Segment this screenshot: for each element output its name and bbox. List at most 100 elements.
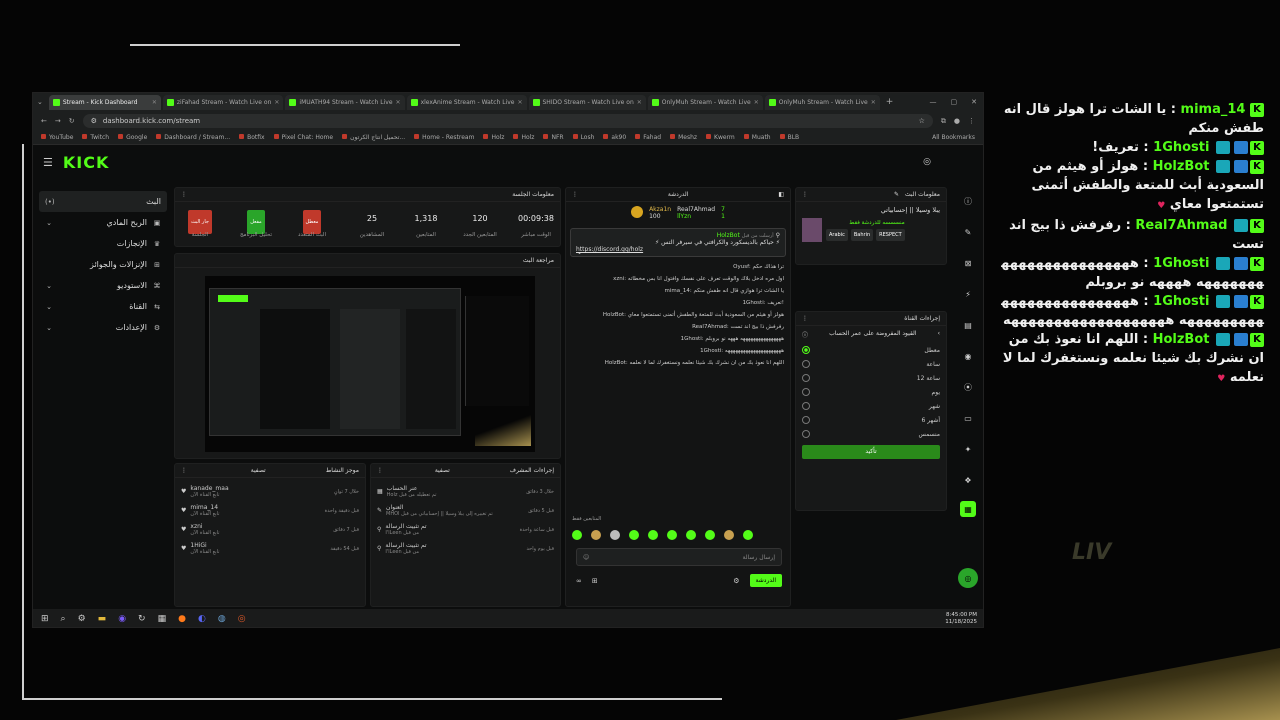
firefox-icon[interactable]: ● bbox=[178, 614, 186, 624]
kick-logo[interactable]: KICK bbox=[63, 153, 110, 172]
tab-menu-icon[interactable]: ⌄ bbox=[37, 98, 43, 106]
edit-icon[interactable]: ✎ bbox=[958, 222, 978, 242]
emote-icon[interactable] bbox=[648, 530, 658, 540]
bookmark-item[interactable]: BLB bbox=[780, 134, 800, 141]
sidebar-item-channel[interactable]: ⌄ القناة ⇆ bbox=[39, 296, 167, 317]
bookmark-item[interactable]: Pixel Chat: Home bbox=[274, 134, 333, 141]
bookmark-item[interactable]: Holz bbox=[483, 134, 504, 141]
sidebar-item-studio[interactable]: ⌄ الاستوديو ⌘ bbox=[39, 275, 167, 296]
radio-button[interactable] bbox=[802, 402, 810, 410]
document-icon[interactable]: ▤ bbox=[958, 315, 978, 335]
hamburger-icon[interactable]: ☰ bbox=[43, 156, 53, 169]
radio-button[interactable] bbox=[802, 346, 810, 354]
category-thumbnail[interactable] bbox=[802, 218, 822, 242]
stream-tag[interactable]: RESPECT bbox=[876, 228, 905, 241]
taskbar-clock[interactable]: 8:45:00 PM 11/18/2025 bbox=[945, 612, 977, 626]
activity-user[interactable]: mima_14 bbox=[190, 504, 219, 511]
sidebar-item-settings[interactable]: ⌄ الإعدادات ⚙ bbox=[39, 317, 167, 338]
shapes-icon[interactable]: ❖ bbox=[958, 470, 978, 490]
bookmark-item[interactable]: ak90 bbox=[603, 134, 626, 141]
minimize-icon[interactable]: — bbox=[930, 98, 937, 106]
activity-user[interactable]: 1HiGi bbox=[190, 542, 219, 549]
help-icon[interactable]: ◎ bbox=[923, 157, 931, 167]
folder-icon[interactable]: ▬ bbox=[98, 614, 107, 624]
emote-icon[interactable] bbox=[686, 530, 696, 540]
emote-icon[interactable] bbox=[572, 530, 582, 540]
filter-button[interactable]: تصفية bbox=[251, 467, 266, 474]
sidebar-item-stream[interactable]: (•) البث bbox=[39, 191, 167, 212]
app-icon[interactable]: ↻ bbox=[138, 614, 146, 624]
pinned-link[interactable]: https://discord.gg/holz bbox=[576, 246, 780, 253]
emote-icon[interactable] bbox=[743, 530, 753, 540]
bookmark-item[interactable]: Holz bbox=[513, 134, 534, 141]
menu-dots-icon[interactable]: ⋮ bbox=[181, 191, 187, 198]
chevron-left-icon[interactable]: ‹ bbox=[938, 330, 940, 339]
filter-button[interactable]: تصفية bbox=[435, 467, 450, 474]
gift-icon[interactable]: ⊞ bbox=[592, 577, 598, 585]
confirm-button[interactable]: تأكيد bbox=[802, 445, 940, 459]
menu-dots-icon[interactable]: ⋮ bbox=[181, 467, 187, 474]
url-field[interactable]: ⚙ dashboard.kick.com/stream ☆ bbox=[82, 114, 933, 128]
profile-icon[interactable]: ● bbox=[954, 117, 960, 125]
discord-icon[interactable]: ◐ bbox=[198, 614, 206, 624]
steam-icon[interactable]: ◍ bbox=[218, 614, 226, 624]
stream-tag[interactable]: Bahrin bbox=[850, 228, 874, 241]
bookmark-item[interactable]: Home - Restream bbox=[414, 134, 474, 141]
new-tab-icon[interactable]: + bbox=[886, 97, 894, 107]
menu-dots-icon[interactable]: ⋮ bbox=[968, 117, 975, 125]
infinity-icon[interactable]: ∞ bbox=[576, 577, 582, 585]
chevron-down-icon[interactable]: ⌄ bbox=[577, 249, 582, 256]
tab-stream[interactable]: xlexAnime Stream - Watch Live ✕ bbox=[406, 94, 527, 110]
bookmark-item[interactable]: Muath bbox=[744, 134, 771, 141]
close-icon[interactable]: ✕ bbox=[396, 99, 401, 106]
tab-stream[interactable]: OnlyMuh Stream - Watch Live ✕ bbox=[647, 94, 763, 110]
search-icon[interactable]: ⌕ bbox=[61, 614, 66, 624]
back-icon[interactable]: ← bbox=[41, 117, 47, 125]
close-icon[interactable]: ✕ bbox=[637, 99, 642, 106]
emote-icon[interactable] bbox=[724, 530, 734, 540]
activity-user[interactable]: xzni bbox=[190, 523, 219, 530]
windows-start-icon[interactable]: ⊞ bbox=[41, 614, 49, 624]
stream-tag[interactable]: Arabic bbox=[826, 228, 848, 241]
emote-icon[interactable] bbox=[705, 530, 715, 540]
sidebar-item-achievements[interactable]: الإنجازات ♛ bbox=[39, 233, 167, 254]
menu-dots-icon[interactable]: ⋮ bbox=[802, 191, 808, 198]
option-row[interactable]: منسمس bbox=[796, 427, 946, 441]
bookmark-item[interactable]: Botfix bbox=[239, 134, 264, 141]
chrome-icon[interactable]: ◎ bbox=[238, 614, 246, 624]
emote-icon[interactable] bbox=[629, 530, 639, 540]
close-icon[interactable]: ✕ bbox=[871, 99, 876, 106]
settings-icon[interactable]: ⚙ bbox=[78, 614, 86, 624]
bookmark-star-icon[interactable]: ☆ bbox=[919, 117, 925, 125]
forward-icon[interactable]: → bbox=[55, 117, 61, 125]
clapper-icon[interactable]: ▦ bbox=[960, 501, 976, 517]
bookmark-item[interactable]: تحميل انتاج الكرتون... bbox=[342, 134, 405, 141]
tab-stream[interactable]: SHIDO Stream - Watch Live on ✕ bbox=[528, 94, 646, 110]
extensions-icon[interactable]: ⧉ bbox=[941, 117, 946, 126]
app-icon[interactable]: ▦ bbox=[158, 614, 167, 624]
option-row[interactable]: معطل bbox=[796, 343, 946, 357]
top-user-name[interactable]: Akza1n bbox=[649, 206, 671, 213]
close-icon[interactable]: ✕ bbox=[274, 99, 279, 106]
close-icon[interactable]: ✕ bbox=[754, 99, 759, 106]
tab-stream[interactable]: ziFahad Stream - Watch Live on ✕ bbox=[162, 94, 284, 110]
top-user-name[interactable]: Real7Ahmad bbox=[677, 206, 715, 213]
radio-button[interactable] bbox=[802, 360, 810, 368]
option-row[interactable]: 6 أشهر bbox=[796, 413, 946, 427]
emote-icon[interactable] bbox=[667, 530, 677, 540]
bookmark-item[interactable]: NFR bbox=[543, 134, 563, 141]
gear-icon[interactable]: ⚙ bbox=[733, 577, 739, 585]
bookmark-item[interactable]: Dashboard / Stream... bbox=[156, 134, 230, 141]
radio-button[interactable] bbox=[802, 388, 810, 396]
option-row[interactable]: يوم bbox=[796, 385, 946, 399]
tab-stream[interactable]: OnlyMuh Stream - Watch Live ✕ bbox=[764, 94, 880, 110]
emote-icon[interactable] bbox=[610, 530, 620, 540]
radio-button[interactable] bbox=[802, 374, 810, 382]
emote-icon[interactable] bbox=[591, 530, 601, 540]
window-close-icon[interactable]: ✕ bbox=[971, 98, 977, 106]
edit-icon[interactable]: ✎ bbox=[894, 191, 899, 198]
chat-send-button[interactable]: الدردشة bbox=[749, 574, 782, 587]
sidebar-item-monetization[interactable]: ⌄ الربح المادي ▣ bbox=[39, 212, 167, 233]
preview-video[interactable] bbox=[205, 276, 535, 452]
option-row[interactable]: ساعة bbox=[796, 357, 946, 371]
